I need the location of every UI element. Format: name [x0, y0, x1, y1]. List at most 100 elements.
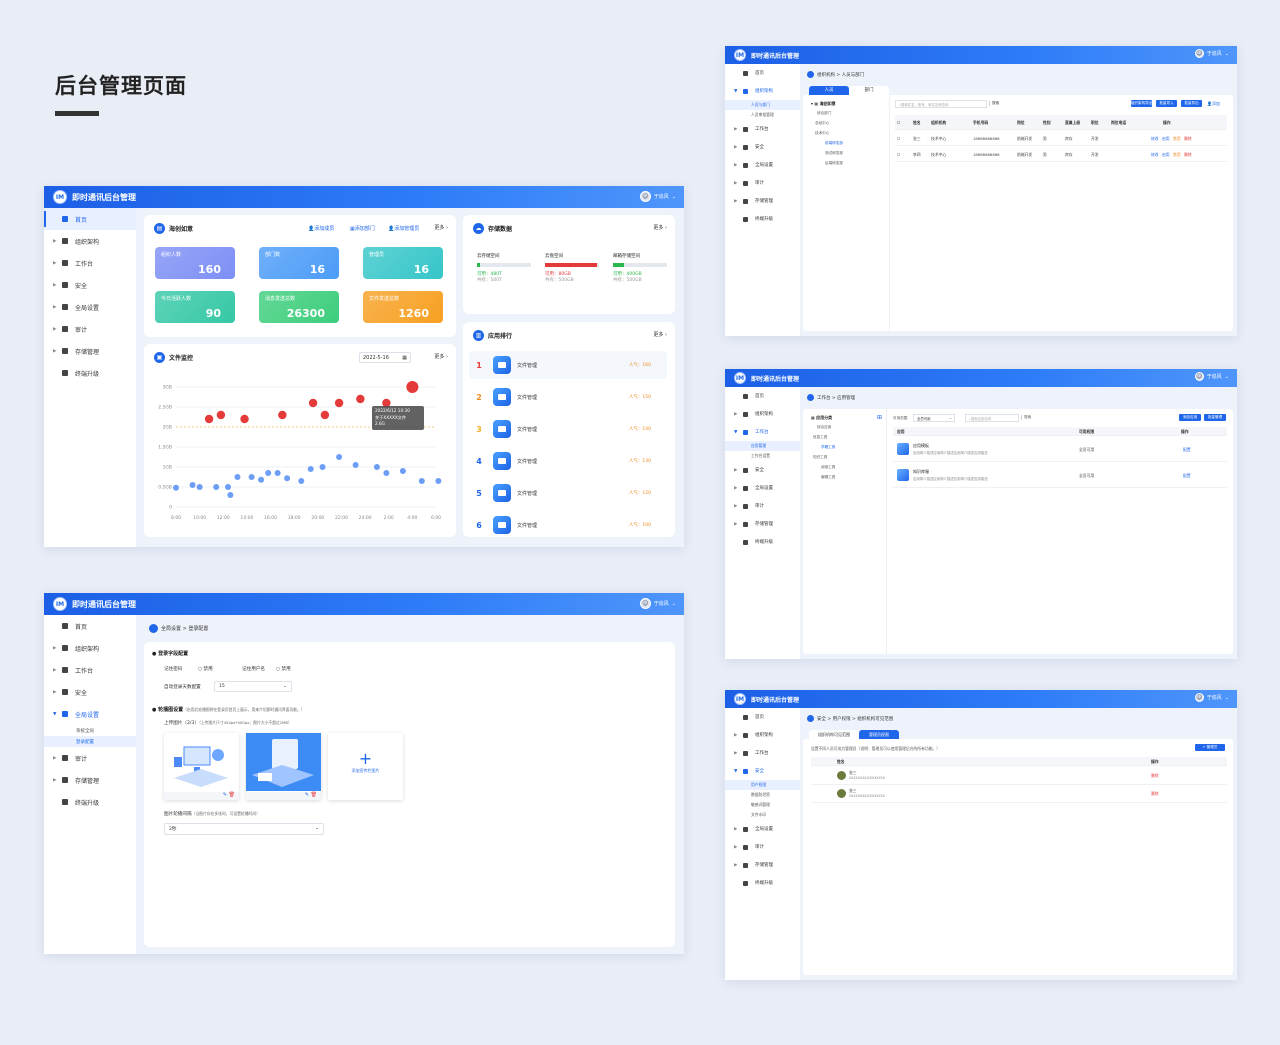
file-point[interactable] [213, 484, 220, 490]
carousel-image-2[interactable]: ✎ 🗑 [246, 733, 321, 800]
rank-item[interactable]: 5 文件管理 人气：120 [469, 479, 667, 507]
large-file-point[interactable] [278, 410, 287, 420]
sidebar-item-global[interactable]: ▶ 全局设置 [725, 479, 800, 497]
add-app-button[interactable]: 添加应用 [1179, 414, 1201, 421]
sidebar-item-workbench[interactable]: ▶ 工作台 [44, 659, 136, 681]
sidebar-item-global[interactable]: ▶ 全局设置 [725, 820, 800, 838]
delete-link[interactable]: 删除 [1151, 791, 1159, 797]
sidebar-item-storage[interactable]: ▶ 存储管理 [44, 769, 136, 791]
sidebar-item-workbench[interactable]: ▼ 工作台 [725, 423, 800, 441]
tree-node[interactable]: 测试研发部 [825, 151, 843, 156]
sidebar-item-home[interactable]: 首页 [725, 64, 800, 82]
file-point[interactable] [274, 470, 281, 476]
sidebar-subitem-system[interactable]: 系统全局 [44, 725, 136, 736]
user-menu[interactable]: ☺ 于追风 ⌄ [1194, 49, 1229, 58]
carousel-image-1[interactable]: ✎ 🗑 [164, 733, 239, 800]
auto-login-select[interactable]: 15 ⌄ [214, 681, 292, 692]
sidebar-subitem-user-perm[interactable]: 用户权限 [725, 780, 800, 790]
large-file-point[interactable] [240, 414, 249, 424]
search-input[interactable]: ⌕搜索姓名，账号，单位名称查询 [895, 100, 987, 108]
tree-node[interactable]: 总经中心 [815, 121, 829, 126]
sidebar-item-storage[interactable]: ▶ 存储管理 [725, 192, 800, 210]
sidebar-item-audit[interactable]: ▶ 审计 [725, 174, 800, 192]
tree-node[interactable]: 后端研发部 [825, 161, 843, 166]
row-action-link[interactable]: 修改 [1151, 136, 1159, 142]
rank-item[interactable]: 4 文件管理 人气：130 [469, 447, 667, 475]
row-action-link[interactable]: 修改 [1151, 152, 1159, 158]
sidebar-item-upgrade[interactable]: 终端升级 [725, 533, 800, 551]
sidebar-item-security[interactable]: ▶ 安全 [725, 461, 800, 479]
sidebar-item-audit[interactable]: ▶ 审计 [725, 497, 800, 515]
file-point[interactable] [399, 468, 406, 474]
sidebar-item-home[interactable]: 首页 [725, 708, 800, 726]
more-link[interactable]: 更多 › [434, 224, 448, 231]
file-point[interactable] [258, 476, 265, 483]
edit-icon[interactable]: ✎ [305, 792, 309, 798]
add-admin-button[interactable]: + 管理员 [1195, 744, 1225, 751]
row-checkbox[interactable]: ☐ [897, 136, 900, 141]
file-point[interactable] [352, 462, 359, 468]
header-checkbox[interactable]: ☐ [897, 120, 900, 125]
file-point[interactable] [234, 474, 241, 480]
config-link[interactable]: 配置 [1183, 473, 1191, 479]
sidebar-item-security[interactable]: ▶ 安全 [44, 681, 136, 703]
delete-icon[interactable]: 🗑 [311, 792, 317, 798]
file-point[interactable] [225, 484, 231, 490]
more-link[interactable]: 更多 › [653, 331, 667, 338]
sidebar-item-upgrade[interactable]: 终端升级 [725, 874, 800, 892]
sidebar-item-org[interactable]: ▶ 组织架构 [44, 230, 136, 252]
row-action-link[interactable]: 禁用 [1173, 152, 1181, 158]
sidebar-item-upgrade[interactable]: 终端升级 [725, 210, 800, 228]
sidebar-item-workbench[interactable]: ▶ 工作台 [44, 252, 136, 274]
import-button[interactable]: 批量导入 [1156, 100, 1177, 107]
row-action-link[interactable]: 删除 [1184, 136, 1192, 142]
sidebar-item-audit[interactable]: ▶ 审计 [725, 838, 800, 856]
row-action-link[interactable]: 启用 [1162, 136, 1170, 142]
file-point[interactable] [248, 474, 255, 480]
file-point[interactable] [189, 482, 196, 488]
row-action-link[interactable]: 启用 [1162, 152, 1170, 158]
search-button[interactable]: 搜索 [989, 101, 999, 106]
sidebar-item-security[interactable]: ▼ 安全 [725, 762, 800, 780]
sidebar-item-upgrade[interactable]: 终端升级 [44, 362, 136, 384]
tree-node[interactable]: 信息工具 [813, 435, 827, 440]
sidebar-item-org[interactable]: ▶ 组织架构 [725, 405, 800, 423]
sidebar-item-workbench[interactable]: ▶ 工作台 [725, 744, 800, 762]
sidebar-item-org[interactable]: ▼ 组织架构 [725, 82, 800, 100]
add-member-link[interactable]: 👤添加成员 [308, 225, 334, 232]
large-file-point[interactable] [308, 398, 318, 408]
filter-select[interactable]: 全员可用 ⌄ [913, 414, 955, 422]
tree-node[interactable]: 技术中心 [815, 131, 829, 136]
batch-manage-button[interactable]: 批量管理 [1204, 414, 1226, 421]
large-file-point[interactable] [356, 394, 365, 404]
tree-node[interactable]: 编辑工具 [821, 475, 835, 480]
file-point[interactable] [284, 475, 291, 482]
edit-icon[interactable]: ✎ [223, 792, 227, 798]
tree-root[interactable]: ▾ ▦ 海创如意 [811, 101, 836, 107]
file-point[interactable] [173, 484, 179, 491]
file-point[interactable] [307, 466, 314, 472]
sidebar-item-security[interactable]: ▶ 安全 [44, 274, 136, 296]
sidebar-item-global[interactable]: ▼ 全局设置 [44, 703, 136, 725]
tree-node[interactable]: 前端研发部 [825, 141, 843, 146]
sidebar-item-home[interactable]: 首页 [725, 387, 800, 405]
large-file-point[interactable] [204, 414, 214, 424]
tab-org-visibility[interactable]: 组织机构可见范围 [809, 730, 859, 739]
rank-item[interactable]: 2 文件管理 人气：150 [469, 383, 667, 411]
large-file-point[interactable] [334, 398, 344, 408]
remember-pwd-toggle[interactable]: ○ 禁用 [198, 666, 213, 672]
sidebar-subitem-people[interactable]: 人员与部门 [725, 100, 800, 110]
rank-item[interactable]: 6 文件管理 人气：100 [469, 511, 667, 539]
delete-link[interactable]: 删除 [1151, 773, 1159, 779]
tree-node[interactable]: 阅读工具 [821, 465, 835, 470]
sidebar-item-audit[interactable]: ▶ 审计 [44, 747, 136, 769]
sidebar-item-global[interactable]: ▶ 全局设置 [44, 296, 136, 318]
sidebar-item-security[interactable]: ▶ 安全 [725, 138, 800, 156]
sidebar-item-storage[interactable]: ▶ 存储管理 [725, 515, 800, 533]
rank-item[interactable]: 1 文件管理 人气：160 [469, 351, 667, 379]
user-menu[interactable]: ☺ 于追风 ⌄ [639, 598, 676, 609]
sidebar-item-upgrade[interactable]: 终端升级 [44, 791, 136, 813]
search-input[interactable]: ⌕搜索应用名称 [965, 414, 1019, 422]
export-button[interactable]: 批量导出 [1181, 100, 1202, 107]
tab-people[interactable]: 人员 [809, 86, 849, 95]
